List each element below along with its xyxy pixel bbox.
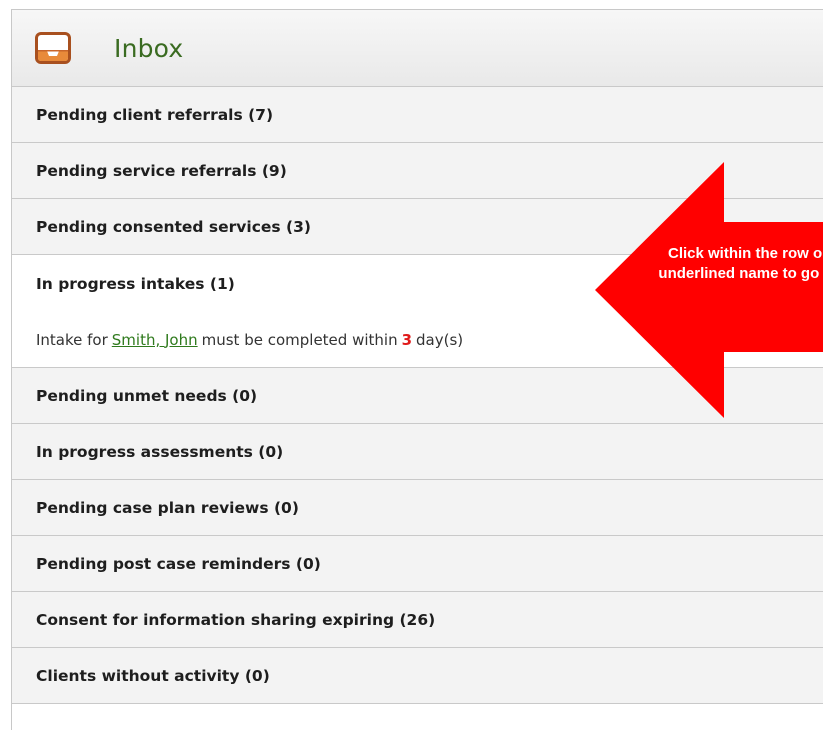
client-name-link[interactable]: Smith, John [112, 331, 198, 349]
row-consent-expiring[interactable]: Consent for information sharing expiring… [12, 592, 823, 648]
row-pending-client-referrals[interactable]: Pending client referrals (7) [12, 87, 823, 143]
row-pending-unmet-needs[interactable]: Pending unmet needs (0) [12, 368, 823, 424]
days-remaining: 3 [401, 330, 413, 349]
callout-line-2: underlined name to go to [658, 265, 823, 282]
intake-middle-text: must be completed within [201, 330, 398, 349]
callout-line-1: Click within the row or [667, 245, 823, 262]
row-pending-case-plan-reviews[interactable]: Pending case plan reviews (0) [12, 480, 823, 536]
row-pending-service-referrals[interactable]: Pending service referrals (9) [12, 143, 823, 199]
page-title: Inbox [114, 33, 184, 63]
inbox-panel: Inbox Pending client referrals (7) Pendi… [11, 9, 823, 730]
callout-text: Click within the row or underlined name … [618, 244, 823, 284]
intake-suffix: day(s) [416, 330, 464, 349]
inbox-header: Inbox [12, 10, 823, 87]
intake-prefix: Intake for [36, 330, 108, 349]
row-clients-without-activity[interactable]: Clients without activity (0) [12, 648, 823, 704]
intake-detail-row[interactable]: Intake for Smith, John must be completed… [12, 312, 823, 368]
row-in-progress-assessments[interactable]: In progress assessments (0) [12, 424, 823, 480]
inbox-tray-icon [35, 32, 71, 64]
row-pending-post-case-reminders[interactable]: Pending post case reminders (0) [12, 536, 823, 592]
